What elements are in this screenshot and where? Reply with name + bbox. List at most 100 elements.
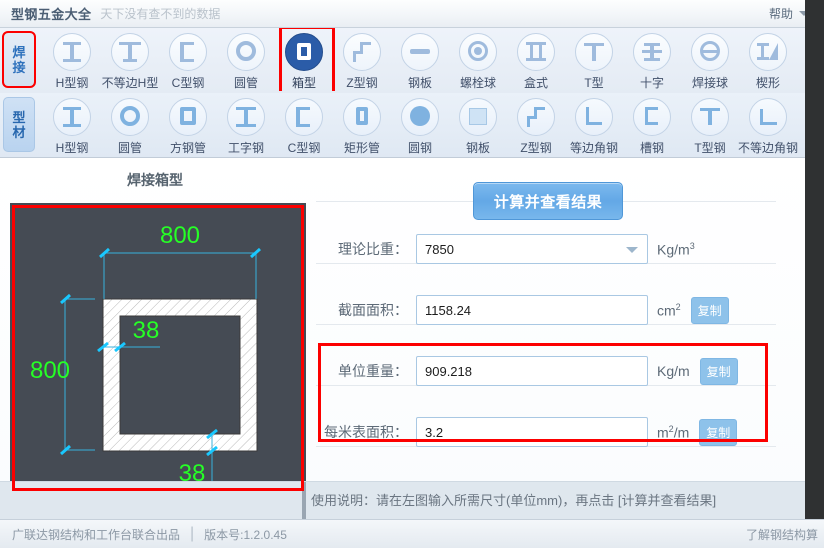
tool-p-unequal-angle[interactable]: 不等边角钢 <box>738 93 799 156</box>
tool-round-pipe[interactable]: 圆管 <box>217 28 275 91</box>
sidebar-item-welded[interactable]: 焊 接 <box>2 31 36 88</box>
tool-p-equal-angle[interactable]: 等边角钢 <box>565 93 623 156</box>
tool-p-square-tube[interactable]: 方钢管 <box>159 93 217 156</box>
z-section-icon <box>517 98 555 136</box>
unequal-angle-icon <box>749 98 787 136</box>
unit-unit-weight: Kg/m <box>657 363 690 379</box>
tool-p-steel-plate[interactable]: 钢板 <box>449 93 507 156</box>
tool-p-i-beam[interactable]: 工字钢 <box>217 93 275 156</box>
tool-label: 钢板 <box>407 76 432 90</box>
unit-surface-area: m2/m <box>657 424 689 441</box>
page-title: 焊接箱型 <box>127 172 183 188</box>
tool-label: 方钢管 <box>169 141 206 155</box>
help-menu-label[interactable]: 帮助 <box>769 5 793 22</box>
unit-sup: 2 <box>675 301 681 312</box>
tool-wedge[interactable]: 楔形 <box>739 28 797 91</box>
label-surface-area: 每米表面积： <box>324 424 408 440</box>
tool-p-h-section[interactable]: H型钢 <box>43 93 101 156</box>
tool-label: 十字 <box>639 76 664 90</box>
tool-label: T型钢 <box>694 141 726 155</box>
round-pipe-icon <box>111 98 149 136</box>
tool-label: 螺栓球 <box>459 76 496 90</box>
status-learn-link[interactable]: 了解钢结构算 <box>746 526 818 543</box>
hint-accent-bar <box>302 482 306 520</box>
tool-t-section[interactable]: T型 <box>565 28 623 91</box>
ribbon-row-welded: 焊 接 H型钢 不等边H型 C型钢 圆管 箱型 Z型钢 钢板 螺栓球 盒式 T型… <box>0 28 824 93</box>
tool-unequal-h-section[interactable]: 不等边H型 <box>101 28 159 91</box>
bolt-ball-icon <box>459 33 497 71</box>
tool-h-section[interactable]: H型钢 <box>43 28 101 91</box>
copy-section-area-button[interactable]: 复制 <box>690 296 729 324</box>
density-select[interactable] <box>416 234 648 264</box>
tool-p-round-pipe[interactable]: 圆管 <box>101 93 159 156</box>
tool-cross-section[interactable]: 十字 <box>623 28 681 91</box>
round-pipe-icon <box>227 33 265 71</box>
tool-p-channel[interactable]: 槽钢 <box>623 93 681 156</box>
tool-p-t-bar[interactable]: T型钢 <box>681 93 739 156</box>
tool-p-round-bar[interactable]: 圆钢 <box>391 93 449 156</box>
section-drawing-canvas[interactable]: 800 800 38 38 <box>10 203 306 493</box>
box-section-icon <box>285 33 323 71</box>
sidebar-item-profiles[interactable]: 型 材 <box>3 97 35 152</box>
section-drawing-svg: 800 800 38 38 <box>30 222 261 488</box>
round-bar-icon <box>401 98 439 136</box>
label-density: 理论比重： <box>338 241 408 257</box>
hint-bar: 使用说明：请在左图输入所需尺寸(单位mm)，再点击 [计算并查看结果] <box>0 481 824 520</box>
unit-weight-input[interactable] <box>416 356 648 386</box>
tool-label: 焊接球 <box>691 76 728 90</box>
app-title: 型钢五金大全 <box>11 7 92 22</box>
unit-tail: /m <box>673 424 690 441</box>
unit-base: m <box>657 424 669 441</box>
unit-density: Kg/m3 <box>657 241 695 258</box>
wedge-icon <box>749 33 787 71</box>
tool-c-section[interactable]: C型钢 <box>159 28 217 91</box>
tool-welded-ball[interactable]: 焊接球 <box>681 28 739 91</box>
tool-box-section[interactable]: 箱型 <box>275 28 335 91</box>
tool-steel-plate[interactable]: 钢板 <box>391 28 449 91</box>
density-select-wrap[interactable] <box>416 234 648 264</box>
tool-label: 盒式 <box>523 76 548 90</box>
copy-surface-area-button[interactable]: 复制 <box>699 418 738 446</box>
form-row-unit-weight: 单位重量： Kg/m 复制 <box>316 354 796 388</box>
tool-bolt-ball[interactable]: 螺栓球 <box>449 28 507 91</box>
window-edge-overlay <box>805 0 824 519</box>
copy-unit-weight-button[interactable]: 复制 <box>699 357 738 385</box>
title-bar: 型钢五金大全 天下没有查不到的数据 帮助 <box>0 0 824 28</box>
section-area-input[interactable] <box>416 295 648 325</box>
tool-p-c-section[interactable]: C型钢 <box>275 93 333 156</box>
z-section-icon <box>343 33 381 71</box>
tool-strip-profiles: H型钢 圆管 方钢管 工字钢 C型钢 矩形管 圆钢 钢板 Z型钢 等边角钢 槽钢… <box>35 93 824 156</box>
tool-label: 楔形 <box>755 76 780 90</box>
tool-label: 圆管 <box>117 141 142 155</box>
surface-area-input[interactable] <box>416 417 648 447</box>
tool-p-rect-tube[interactable]: 矩形管 <box>333 93 391 156</box>
welded-ball-icon <box>691 33 729 71</box>
calculate-button[interactable]: 计算并查看结果 <box>473 182 623 220</box>
t-bar-icon <box>691 98 729 136</box>
status-bar: 广联达钢结构和工作台联合出品 | 版本号:1.2.0.45 了解钢结构算 <box>0 519 824 548</box>
tool-z-section[interactable]: Z型钢 <box>333 28 391 91</box>
tool-label: 不等边角钢 <box>738 141 799 155</box>
tool-p-z-section[interactable]: Z型钢 <box>507 93 565 156</box>
status-producer: 广联达钢结构和工作台联合出品 <box>12 527 181 542</box>
tool-label: Z型钢 <box>520 141 552 155</box>
form-row-section-area: 截面面积： cm2 复制 <box>316 293 796 327</box>
ribbon-toolbar: 焊 接 H型钢 不等边H型 C型钢 圆管 箱型 Z型钢 钢板 螺栓球 盒式 T型… <box>0 28 824 158</box>
unit-base: cm <box>657 302 676 319</box>
form-row-surface-area: 每米表面积： m2/m 复制 <box>316 415 796 449</box>
status-separator: | <box>190 525 195 542</box>
tool-label: H型钢 <box>55 141 89 155</box>
app-slogan: 天下没有查不到的数据 <box>100 7 221 21</box>
dimension-thickness-top: 38 <box>133 317 160 344</box>
application-window: 型钢五金大全 天下没有查不到的数据 帮助 焊 接 H型钢 不等边H型 C型钢 圆… <box>0 0 824 548</box>
c-section-icon <box>169 33 207 71</box>
sidebar-item-profiles-line2: 材 <box>12 124 26 140</box>
tool-label: 不等边H型 <box>101 76 159 90</box>
steel-plate-icon <box>459 98 497 136</box>
dimension-top: 800 <box>160 222 200 249</box>
tool-box-type[interactable]: 盒式 <box>507 28 565 91</box>
usage-hint: 使用说明：请在左图输入所需尺寸(单位mm)，再点击 [计算并查看结果] <box>311 493 717 508</box>
tool-label: 钢板 <box>465 141 490 155</box>
equal-angle-icon <box>575 98 613 136</box>
i-beam-icon <box>227 98 265 136</box>
